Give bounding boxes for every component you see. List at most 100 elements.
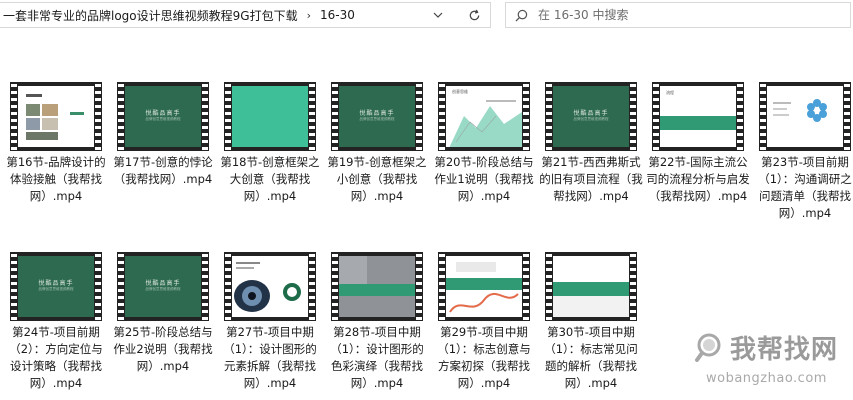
watermark-url: wobangzhao.com: [706, 371, 827, 386]
file-name: 第22节-国际主流公司的流程分析与启发（我帮找网）.mp4: [646, 155, 750, 203]
film-strip-icon: [546, 82, 552, 151]
watermark: 我帮找网 wobangzhao.com: [692, 326, 852, 398]
film-strip-icon: [630, 82, 636, 151]
file-name: 第20节-阶段总结与作业1说明（我帮找网）.mp4: [434, 155, 534, 203]
video-thumbnail: 悦酷品高手 品牌创意思维视频教程: [117, 252, 209, 321]
film-strip-icon: [737, 82, 743, 151]
video-file-item[interactable]: 第18节-创意框架之大创意（我帮找网）.mp4: [218, 82, 322, 212]
video-thumbnail: 悦酷品高手 品牌创意思维视频教程: [10, 252, 102, 321]
film-strip-icon: [95, 82, 101, 151]
file-name: 第23节-项目前期（1）：沟通调研之问题清单（我帮找网）.mp4: [758, 155, 852, 220]
file-name: 第24节-项目前期（2）：方向定位与设计策略（我帮找网）.mp4: [9, 325, 103, 390]
video-frame: 悦酷品高手 品牌创意思维视频教程: [18, 256, 94, 317]
video-frame: [767, 86, 843, 147]
video-frame: [339, 256, 415, 317]
video-frame: 悦酷品高手 品牌创意思维视频教程: [125, 256, 201, 317]
film-strip-icon: [439, 252, 445, 321]
frame-subtitle: 品牌创意思维视频教程: [38, 287, 74, 291]
video-frame: [232, 86, 308, 147]
video-thumbnail: [224, 252, 316, 321]
video-thumbnail: 悦酷品高手 品牌创意思维视频教程: [117, 82, 209, 151]
video-file-item[interactable]: 流程 第22节-国际主流公司的流程分析与启发（我帮找网）.mp4: [646, 82, 750, 212]
file-name: 第25节-阶段总结与作业2说明（我帮找网）.mp4: [113, 325, 213, 373]
film-strip-icon: [844, 82, 850, 151]
film-strip-icon: [11, 252, 17, 321]
video-file-item[interactable]: 悦酷品高手 品牌创意思维视频教程 第17节-创意的悖论（我帮找网）.mp4: [111, 82, 215, 212]
file-name: 第21节-西西弗斯式的旧有项目流程（我帮找网）.mp4: [539, 155, 643, 203]
video-thumbnail: [331, 252, 423, 321]
film-strip-icon: [11, 82, 17, 151]
video-thumbnail: [10, 82, 102, 151]
address-history-dropdown[interactable]: [423, 3, 453, 27]
film-strip-icon: [523, 82, 529, 151]
watermark-brand: 我帮找网: [730, 335, 839, 365]
video-file-item[interactable]: 悦酷品高手 品牌创意思维视频教程 第21节-西西弗斯式的旧有项目流程（我帮找网）…: [539, 82, 643, 212]
video-file-item[interactable]: 第23节-项目前期（1）：沟通调研之问题清单（我帮找网）.mp4: [753, 82, 853, 220]
breadcrumb-current-folder[interactable]: 16-30: [320, 8, 355, 22]
film-strip-icon: [439, 82, 445, 151]
frame-subtitle: 品牌创意思维视频教程: [145, 287, 181, 291]
film-strip-icon: [118, 252, 124, 321]
film-strip-icon: [309, 252, 315, 321]
video-file-item[interactable]: 悦酷品高手 品牌创意思维视频教程 第25节-阶段总结与作业2说明（我帮找网）.m…: [111, 252, 215, 382]
video-thumbnail: 流程: [652, 82, 744, 151]
video-frame: [232, 256, 308, 317]
film-strip-icon: [225, 252, 231, 321]
address-bar[interactable]: 一套非常专业的品牌logo设计思维视频教程9G打包下载 › 16-30: [0, 2, 491, 28]
film-strip-icon: [202, 82, 208, 151]
video-frame: 创意思维: [446, 86, 522, 147]
video-file-item[interactable]: 第29节-项目中期（1）：标志创意与方案初探（我帮找网）.mp4: [432, 252, 536, 390]
video-frame: 悦酷品高手 品牌创意思维视频教程: [339, 86, 415, 147]
video-frame: 流程: [660, 86, 736, 147]
frame-subtitle: 品牌创意思维视频教程: [359, 117, 395, 121]
video-file-item[interactable]: 第30节-项目中期（1）：标志常见问题的解析（我帮找网）.mp4: [539, 252, 643, 390]
video-thumbnail: 悦酷品高手 品牌创意思维视频教程: [331, 82, 423, 151]
breadcrumb-separator-icon[interactable]: ›: [307, 9, 311, 22]
video-thumbnail: [545, 252, 637, 321]
film-strip-icon: [416, 82, 422, 151]
video-file-item[interactable]: 悦酷品高手 品牌创意思维视频教程 第19节-创意框架之小创意（我帮找网）.mp4: [325, 82, 429, 212]
video-frame: [446, 256, 522, 317]
file-name: 第28节-项目中期（1）：设计图形的色彩演绎（我帮找网）.mp4: [330, 325, 424, 390]
frame-title: 创意思维: [452, 89, 468, 94]
film-strip-icon: [760, 82, 766, 151]
frame-title: 悦酷品高手: [145, 280, 181, 287]
film-strip-icon: [332, 82, 338, 151]
video-frame: [18, 86, 94, 147]
search-box[interactable]: [505, 2, 851, 28]
file-name: 第30节-项目中期（1）：标志常见问题的解析（我帮找网）.mp4: [544, 325, 638, 390]
breadcrumb-parent-folder[interactable]: 一套非常专业的品牌logo设计思维视频教程9G打包下载: [3, 7, 298, 24]
video-thumbnail: [224, 82, 316, 151]
frame-title: 悦酷品高手: [573, 110, 609, 117]
film-strip-icon: [653, 82, 659, 151]
video-file-item[interactable]: 第27节-项目中期（1）：设计图形的元素拆解（我帮找网）.mp4: [218, 252, 322, 390]
video-file-item[interactable]: 第28节-项目中期（1）：设计图形的色彩演绎（我帮找网）.mp4: [325, 252, 429, 390]
file-name: 第27节-项目中期（1）：设计图形的元素拆解（我帮找网）.mp4: [223, 325, 317, 390]
video-thumbnail: 创意思维: [438, 82, 530, 151]
video-file-item[interactable]: 创意思维 第20节-阶段总结与作业1说明（我帮找网）.mp4: [432, 82, 536, 212]
film-strip-icon: [523, 252, 529, 321]
frame-subtitle: 品牌创意思维视频教程: [145, 117, 181, 121]
film-strip-icon: [416, 252, 422, 321]
film-strip-icon: [202, 252, 208, 321]
video-frame: 悦酷品高手 品牌创意思维视频教程: [553, 86, 629, 147]
file-name: 第17节-创意的悖论（我帮找网）.mp4: [113, 155, 213, 186]
video-file-item[interactable]: 第16节-品牌设计的体验接触（我帮找网）.mp4: [4, 82, 108, 212]
frame-title: 流程: [666, 90, 674, 95]
refresh-button[interactable]: [458, 2, 491, 28]
film-strip-icon: [546, 252, 552, 321]
film-strip-icon: [118, 82, 124, 151]
video-thumbnail: [438, 252, 530, 321]
video-frame: [553, 256, 629, 317]
video-thumbnail: [759, 82, 851, 151]
video-file-item[interactable]: 悦酷品高手 品牌创意思维视频教程 第24节-项目前期（2）：方向定位与设计策略（…: [4, 252, 108, 390]
search-input[interactable]: [536, 7, 830, 23]
magnifier-logo-icon: [695, 333, 721, 362]
video-frame: 悦酷品高手 品牌创意思维视频教程: [125, 86, 201, 147]
file-name: 第19节-创意框架之小创意（我帮找网）.mp4: [327, 155, 427, 203]
file-name: 第29节-项目中期（1）：标志创意与方案初探（我帮找网）.mp4: [437, 325, 531, 390]
frame-subtitle: 品牌创意思维视频教程: [573, 117, 609, 121]
video-thumbnail: 悦酷品高手 品牌创意思维视频教程: [545, 82, 637, 151]
explorer-top-bar: 一套非常专业的品牌logo设计思维视频教程9G打包下载 › 16-30: [0, 0, 853, 33]
file-name: 第18节-创意框架之大创意（我帮找网）.mp4: [220, 155, 320, 203]
